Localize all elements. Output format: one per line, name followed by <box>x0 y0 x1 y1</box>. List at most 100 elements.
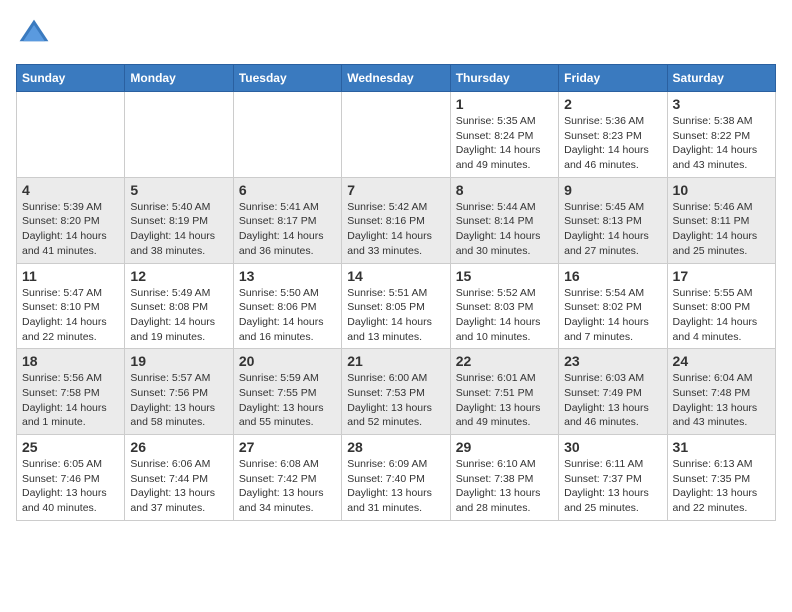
calendar-week-row: 25 Sunrise: 6:05 AM Sunset: 7:46 PM Dayli… <box>17 435 776 521</box>
day-info: Sunrise: 5:57 AM Sunset: 7:56 PM Dayligh… <box>130 371 227 430</box>
calendar-day-cell: 20 Sunrise: 5:59 AM Sunset: 7:55 PM Dayli… <box>233 349 341 435</box>
calendar-day-cell: 24 Sunrise: 6:04 AM Sunset: 7:48 PM Dayli… <box>667 349 775 435</box>
day-number: 8 <box>456 182 553 198</box>
day-number: 12 <box>130 268 227 284</box>
logo-icon <box>16 16 52 52</box>
day-info: Sunrise: 5:44 AM Sunset: 8:14 PM Dayligh… <box>456 200 553 259</box>
day-info: Sunrise: 5:38 AM Sunset: 8:22 PM Dayligh… <box>673 114 770 173</box>
calendar-day-cell: 25 Sunrise: 6:05 AM Sunset: 7:46 PM Dayli… <box>17 435 125 521</box>
calendar-week-row: 1 Sunrise: 5:35 AM Sunset: 8:24 PM Daylig… <box>17 92 776 178</box>
day-number: 13 <box>239 268 336 284</box>
day-info: Sunrise: 5:54 AM Sunset: 8:02 PM Dayligh… <box>564 286 661 345</box>
day-info: Sunrise: 6:11 AM Sunset: 7:37 PM Dayligh… <box>564 457 661 516</box>
day-number: 10 <box>673 182 770 198</box>
day-number: 4 <box>22 182 119 198</box>
day-number: 21 <box>347 353 444 369</box>
calendar-day-cell <box>17 92 125 178</box>
calendar-header-monday: Monday <box>125 65 233 92</box>
calendar-day-cell: 13 Sunrise: 5:50 AM Sunset: 8:06 PM Dayli… <box>233 263 341 349</box>
day-info: Sunrise: 5:39 AM Sunset: 8:20 PM Dayligh… <box>22 200 119 259</box>
calendar-day-cell: 28 Sunrise: 6:09 AM Sunset: 7:40 PM Dayli… <box>342 435 450 521</box>
day-number: 28 <box>347 439 444 455</box>
day-number: 16 <box>564 268 661 284</box>
calendar-day-cell: 22 Sunrise: 6:01 AM Sunset: 7:51 PM Dayli… <box>450 349 558 435</box>
day-info: Sunrise: 5:47 AM Sunset: 8:10 PM Dayligh… <box>22 286 119 345</box>
day-number: 25 <box>22 439 119 455</box>
day-number: 9 <box>564 182 661 198</box>
calendar-day-cell: 12 Sunrise: 5:49 AM Sunset: 8:08 PM Dayli… <box>125 263 233 349</box>
day-info: Sunrise: 5:36 AM Sunset: 8:23 PM Dayligh… <box>564 114 661 173</box>
calendar-day-cell: 6Sunrise: 5:41 AM Sunset: 8:17 PM Daylig… <box>233 177 341 263</box>
day-info: Sunrise: 5:59 AM Sunset: 7:55 PM Dayligh… <box>239 371 336 430</box>
calendar-day-cell: 11 Sunrise: 5:47 AM Sunset: 8:10 PM Dayli… <box>17 263 125 349</box>
calendar-day-cell: 4 Sunrise: 5:39 AM Sunset: 8:20 PM Daylig… <box>17 177 125 263</box>
day-info: Sunrise: 5:52 AM Sunset: 8:03 PM Dayligh… <box>456 286 553 345</box>
day-number: 6 <box>239 182 336 198</box>
day-number: 24 <box>673 353 770 369</box>
day-info: Sunrise: 5:55 AM Sunset: 8:00 PM Dayligh… <box>673 286 770 345</box>
day-info: Sunrise: 5:40 AM Sunset: 8:19 PM Dayligh… <box>130 200 227 259</box>
day-number: 5 <box>130 182 227 198</box>
day-number: 15 <box>456 268 553 284</box>
calendar-week-row: 4 Sunrise: 5:39 AM Sunset: 8:20 PM Daylig… <box>17 177 776 263</box>
calendar-day-cell: 16 Sunrise: 5:54 AM Sunset: 8:02 PM Dayli… <box>559 263 667 349</box>
day-info: Sunrise: 6:10 AM Sunset: 7:38 PM Dayligh… <box>456 457 553 516</box>
calendar-day-cell <box>342 92 450 178</box>
calendar-day-cell: 26Sunrise: 6:06 AM Sunset: 7:44 PM Dayli… <box>125 435 233 521</box>
calendar-day-cell: 18 Sunrise: 5:56 AM Sunset: 7:58 PM Dayli… <box>17 349 125 435</box>
calendar-header-row: SundayMondayTuesdayWednesdayThursdayFrid… <box>17 65 776 92</box>
calendar-day-cell: 15 Sunrise: 5:52 AM Sunset: 8:03 PM Dayli… <box>450 263 558 349</box>
calendar-header-thursday: Thursday <box>450 65 558 92</box>
calendar-day-cell: 29Sunrise: 6:10 AM Sunset: 7:38 PM Dayli… <box>450 435 558 521</box>
day-number: 20 <box>239 353 336 369</box>
calendar-week-row: 11 Sunrise: 5:47 AM Sunset: 8:10 PM Dayli… <box>17 263 776 349</box>
day-number: 23 <box>564 353 661 369</box>
calendar-day-cell: 14 Sunrise: 5:51 AM Sunset: 8:05 PM Dayli… <box>342 263 450 349</box>
day-number: 7 <box>347 182 444 198</box>
day-number: 30 <box>564 439 661 455</box>
calendar-day-cell: 23Sunrise: 6:03 AM Sunset: 7:49 PM Dayli… <box>559 349 667 435</box>
calendar-day-cell: 7 Sunrise: 5:42 AM Sunset: 8:16 PM Daylig… <box>342 177 450 263</box>
calendar-header-tuesday: Tuesday <box>233 65 341 92</box>
day-info: Sunrise: 6:04 AM Sunset: 7:48 PM Dayligh… <box>673 371 770 430</box>
day-info: Sunrise: 5:49 AM Sunset: 8:08 PM Dayligh… <box>130 286 227 345</box>
calendar-day-cell: 10 Sunrise: 5:46 AM Sunset: 8:11 PM Dayli… <box>667 177 775 263</box>
day-number: 14 <box>347 268 444 284</box>
day-info: Sunrise: 6:08 AM Sunset: 7:42 PM Dayligh… <box>239 457 336 516</box>
calendar-day-cell: 3 Sunrise: 5:38 AM Sunset: 8:22 PM Daylig… <box>667 92 775 178</box>
calendar-day-cell <box>125 92 233 178</box>
day-number: 2 <box>564 96 661 112</box>
calendar-day-cell: 30 Sunrise: 6:11 AM Sunset: 7:37 PM Dayli… <box>559 435 667 521</box>
day-number: 11 <box>22 268 119 284</box>
calendar-day-cell: 19 Sunrise: 5:57 AM Sunset: 7:56 PM Dayli… <box>125 349 233 435</box>
day-info: Sunrise: 5:42 AM Sunset: 8:16 PM Dayligh… <box>347 200 444 259</box>
day-number: 3 <box>673 96 770 112</box>
calendar-day-cell: 9Sunrise: 5:45 AM Sunset: 8:13 PM Daylig… <box>559 177 667 263</box>
day-info: Sunrise: 5:46 AM Sunset: 8:11 PM Dayligh… <box>673 200 770 259</box>
calendar-day-cell: 31Sunrise: 6:13 AM Sunset: 7:35 PM Dayli… <box>667 435 775 521</box>
day-number: 22 <box>456 353 553 369</box>
day-info: Sunrise: 5:51 AM Sunset: 8:05 PM Dayligh… <box>347 286 444 345</box>
calendar-day-cell: 27 Sunrise: 6:08 AM Sunset: 7:42 PM Dayli… <box>233 435 341 521</box>
day-info: Sunrise: 6:01 AM Sunset: 7:51 PM Dayligh… <box>456 371 553 430</box>
calendar-day-cell: 2 Sunrise: 5:36 AM Sunset: 8:23 PM Daylig… <box>559 92 667 178</box>
day-number: 1 <box>456 96 553 112</box>
calendar-day-cell <box>233 92 341 178</box>
calendar-table: SundayMondayTuesdayWednesdayThursdayFrid… <box>16 64 776 521</box>
day-info: Sunrise: 6:13 AM Sunset: 7:35 PM Dayligh… <box>673 457 770 516</box>
logo <box>16 16 56 52</box>
calendar-week-row: 18 Sunrise: 5:56 AM Sunset: 7:58 PM Dayli… <box>17 349 776 435</box>
calendar-day-cell: 17Sunrise: 5:55 AM Sunset: 8:00 PM Dayli… <box>667 263 775 349</box>
day-number: 18 <box>22 353 119 369</box>
calendar-day-cell: 5 Sunrise: 5:40 AM Sunset: 8:19 PM Daylig… <box>125 177 233 263</box>
day-info: Sunrise: 5:56 AM Sunset: 7:58 PM Dayligh… <box>22 371 119 430</box>
day-info: Sunrise: 6:05 AM Sunset: 7:46 PM Dayligh… <box>22 457 119 516</box>
calendar-day-cell: 8 Sunrise: 5:44 AM Sunset: 8:14 PM Daylig… <box>450 177 558 263</box>
day-info: Sunrise: 6:09 AM Sunset: 7:40 PM Dayligh… <box>347 457 444 516</box>
day-info: Sunrise: 5:50 AM Sunset: 8:06 PM Dayligh… <box>239 286 336 345</box>
day-info: Sunrise: 6:00 AM Sunset: 7:53 PM Dayligh… <box>347 371 444 430</box>
day-info: Sunrise: 5:35 AM Sunset: 8:24 PM Dayligh… <box>456 114 553 173</box>
day-number: 27 <box>239 439 336 455</box>
day-number: 19 <box>130 353 227 369</box>
calendar-header-friday: Friday <box>559 65 667 92</box>
